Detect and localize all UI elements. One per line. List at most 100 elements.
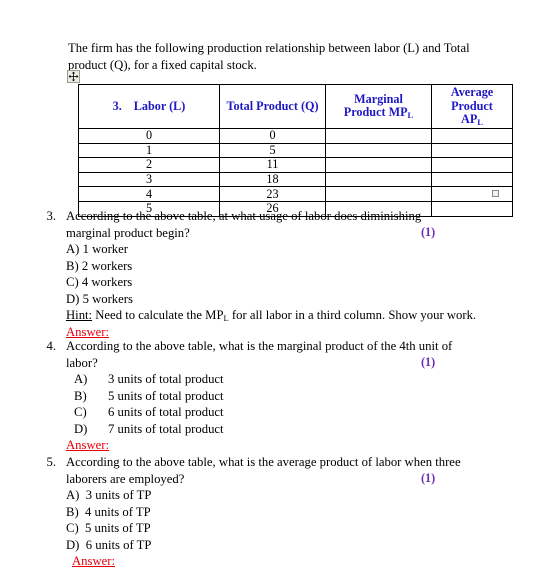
option-b-text: 2 workers [81,258,133,273]
option-d-text: 6 units of TP [85,537,152,552]
table-header-row: 3. Labor (L) Total Product (Q) Marginal P… [78,84,513,129]
option-a-label: A) [66,242,80,256]
answer-link-q4[interactable]: Answer: [66,437,109,454]
option-c[interactable]: C) 4 workers [66,274,500,291]
table-row: 3 18 [78,171,513,188]
question-4: 4. According to the above table, what is… [30,338,500,454]
question-5-number: 5. [46,455,56,469]
table-row: 0 0 [78,127,513,144]
question-5-marks: (1) [421,471,436,485]
question-3-hint: Hint: Need to calculate the MPL for all … [66,307,500,324]
table-row: 2 11 [78,157,513,173]
marginal-line-1: Marginal [354,91,403,106]
option-c-text: 5 units of TP [85,521,151,535]
cell-average-product[interactable] [431,157,513,173]
option-c-label: C) [74,405,87,419]
table-row: 4 23 [78,186,513,202]
cell-average-product[interactable] [431,186,513,202]
option-b-text: 4 units of TP [85,504,151,519]
option-d[interactable]: D) 5 workers [66,291,500,308]
option-a[interactable]: A) 1 worker [66,241,500,258]
option-c-text: 6 units of total product [108,405,224,419]
question-5: 5. According to the above table, what is… [30,454,500,570]
cell-marginal-product[interactable] [325,157,432,173]
document-page: The firm has the following production re… [0,0,535,568]
cell-average-product[interactable] [431,142,513,159]
table-resize-handle-icon[interactable] [492,190,499,197]
option-d-label: D) [66,291,80,306]
average-subscript: L [477,117,483,128]
question-4-stem: According to the above table, what is th… [66,339,453,370]
option-c[interactable]: C) 6 units of total product [66,404,500,421]
cell-average-product[interactable] [431,127,513,144]
production-table: 3. Labor (L) Total Product (Q) Marginal P… [78,84,513,217]
cell-marginal-product[interactable] [325,186,432,202]
question-5-stem: According to the above table, what is th… [66,455,461,486]
option-d[interactable]: D) 7 units of total product [66,421,500,438]
option-b-label: B) [74,388,87,403]
option-a-label: A) [66,488,80,502]
option-a[interactable]: A) 3 units of total product [66,371,500,388]
cell-total-product: 23 [219,186,326,202]
average-line-2: AP [461,112,478,127]
option-d-text: 5 workers [82,291,133,306]
option-a[interactable]: A) 3 units of TP [66,487,500,504]
question-3: 3. According to the above table, at what… [30,208,500,340]
option-d[interactable]: D) 6 units of TP [66,537,500,554]
cell-labor: 3 [78,171,220,188]
table-body: 0 0 1 5 2 11 3 18 4 23 5 26 [78,127,513,217]
option-c-text: 4 workers [81,275,133,289]
cell-labor: 2 [78,157,220,173]
table-row: 1 5 [78,142,513,159]
column-header-marginal-product: Marginal Product MPL [325,84,432,129]
hint-text-part1: Need to calculate the MP [92,308,224,322]
question-5-options: A) 3 units of TP B) 4 units of TP C) 5 u… [66,487,500,553]
hint-text-part2: for all labor in a third column. Show yo… [228,308,477,322]
question-3-marks: (1) [421,225,436,239]
option-a-text: 3 units of TP [85,488,152,502]
intro-paragraph: The firm has the following production re… [68,41,470,72]
option-b-label: B) [66,258,79,273]
cell-marginal-product[interactable] [325,171,432,188]
average-line-1: Average Product [450,85,494,113]
option-c-label: C) [66,275,79,289]
cell-marginal-product[interactable] [325,142,432,159]
cell-labor: 4 [78,186,220,202]
cell-marginal-product[interactable] [325,127,432,144]
question-3-options: A) 1 worker B) 2 workers C) 4 workers D)… [66,241,500,307]
table-move-handle-icon[interactable] [67,70,80,83]
cell-total-product: 11 [219,157,326,173]
column-header-total-product: Total Product (Q) [219,84,326,129]
option-a-label: A) [74,372,88,386]
option-c-label: C) [66,521,79,535]
question-3-stem: According to the above table, at what us… [66,209,422,240]
option-b-text: 5 units of total product [108,388,224,403]
cell-labor: 0 [78,127,220,144]
option-b[interactable]: B) 5 units of total product [66,388,500,405]
marginal-line-2: Product MP [343,105,408,120]
option-a-text: 3 units of total product [108,372,224,386]
answer-link-q5[interactable]: Answer: [72,553,115,570]
hint-subscript: L [223,313,229,323]
marginal-subscript: L [407,110,414,121]
cell-total-product: 5 [219,142,326,159]
cell-total-product: 0 [219,127,326,144]
column-header-labor-number: 3. [112,98,122,113]
column-header-labor-text: Labor (L) [133,98,186,113]
column-header-average-product: Average Product APL [431,84,513,129]
option-d-label: D) [74,421,88,436]
option-b[interactable]: B) 4 units of TP [66,504,500,521]
option-b[interactable]: B) 2 workers [66,258,500,275]
cell-total-product: 18 [219,171,326,188]
option-a-text: 1 worker [82,242,129,256]
cell-average-product[interactable] [431,171,513,188]
question-3-number: 3. [46,209,56,223]
column-header-labor: 3. Labor (L) [78,84,220,129]
option-d-text: 7 units of total product [108,421,224,436]
option-c[interactable]: C) 5 units of TP [66,520,500,537]
question-4-options: A) 3 units of total product B) 5 units of … [66,371,500,437]
question-4-number: 4. [46,339,56,353]
option-b-label: B) [66,504,79,519]
option-d-label: D) [66,537,80,552]
cell-labor: 1 [78,142,220,159]
